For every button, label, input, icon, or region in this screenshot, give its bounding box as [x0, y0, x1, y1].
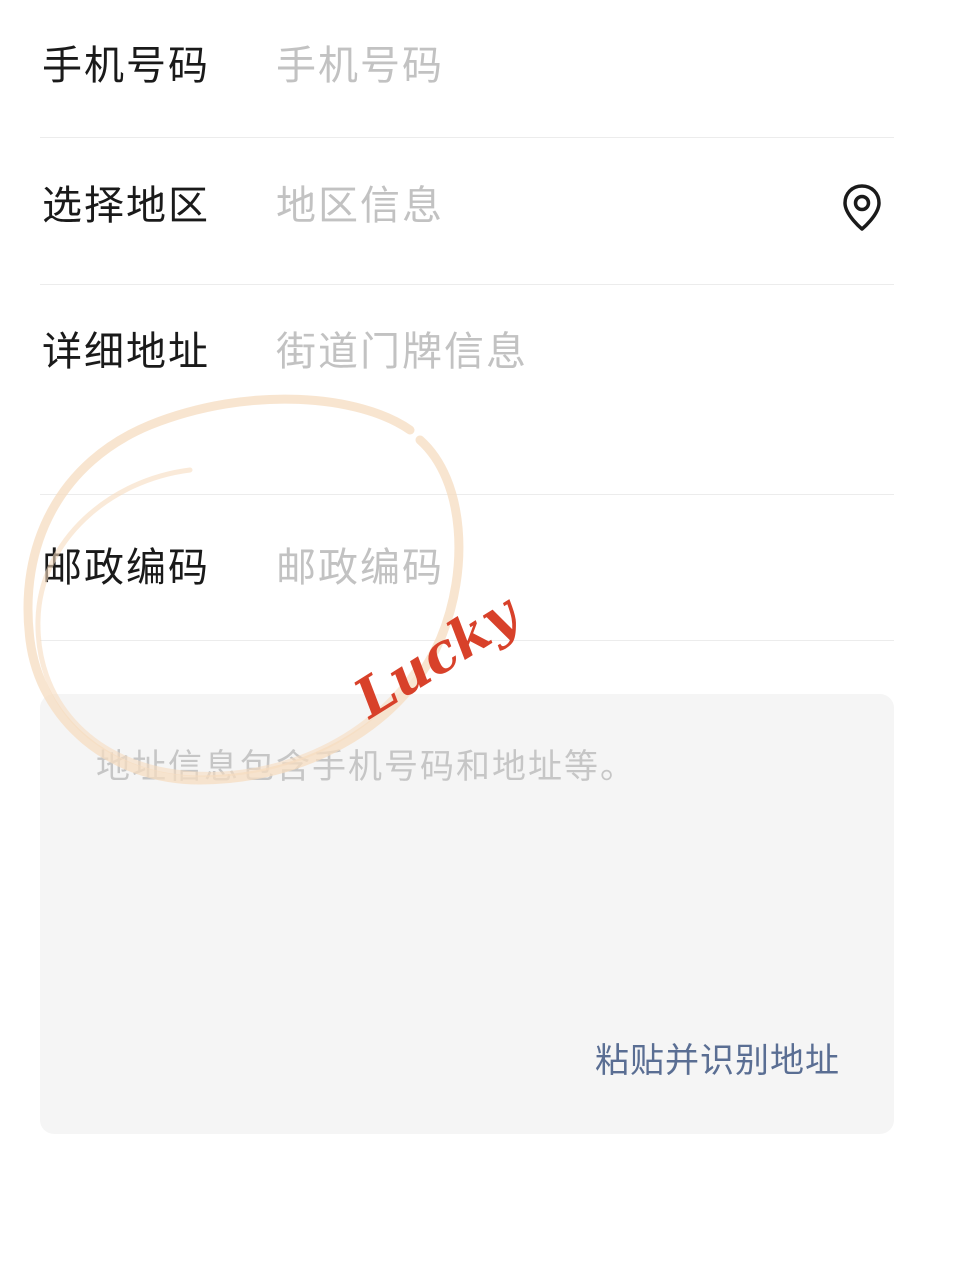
region-row[interactable]: 选择地区 [40, 138, 894, 285]
address-form: 手机号码 选择地区 详细地址 邮政编码 [40, 0, 894, 641]
region-input[interactable] [276, 181, 834, 231]
detail-address-row: 详细地址 [40, 285, 894, 495]
location-pin-icon[interactable] [834, 178, 890, 238]
postal-code-label: 邮政编码 [42, 545, 210, 591]
region-label: 选择地区 [42, 183, 210, 229]
paste-address-textarea[interactable] [96, 744, 836, 1004]
postal-code-row: 邮政编码 [40, 495, 894, 641]
smart-paste-box: 粘贴并识别地址 [40, 694, 894, 1134]
phone-label: 手机号码 [42, 43, 210, 89]
paste-and-recognize-button[interactable]: 粘贴并识别地址 [595, 1038, 840, 1084]
detail-address-label: 详细地址 [42, 329, 210, 375]
phone-input[interactable] [276, 41, 834, 91]
phone-row: 手机号码 [40, 0, 894, 138]
detail-address-input[interactable] [276, 327, 834, 377]
postal-code-input[interactable] [276, 543, 834, 593]
